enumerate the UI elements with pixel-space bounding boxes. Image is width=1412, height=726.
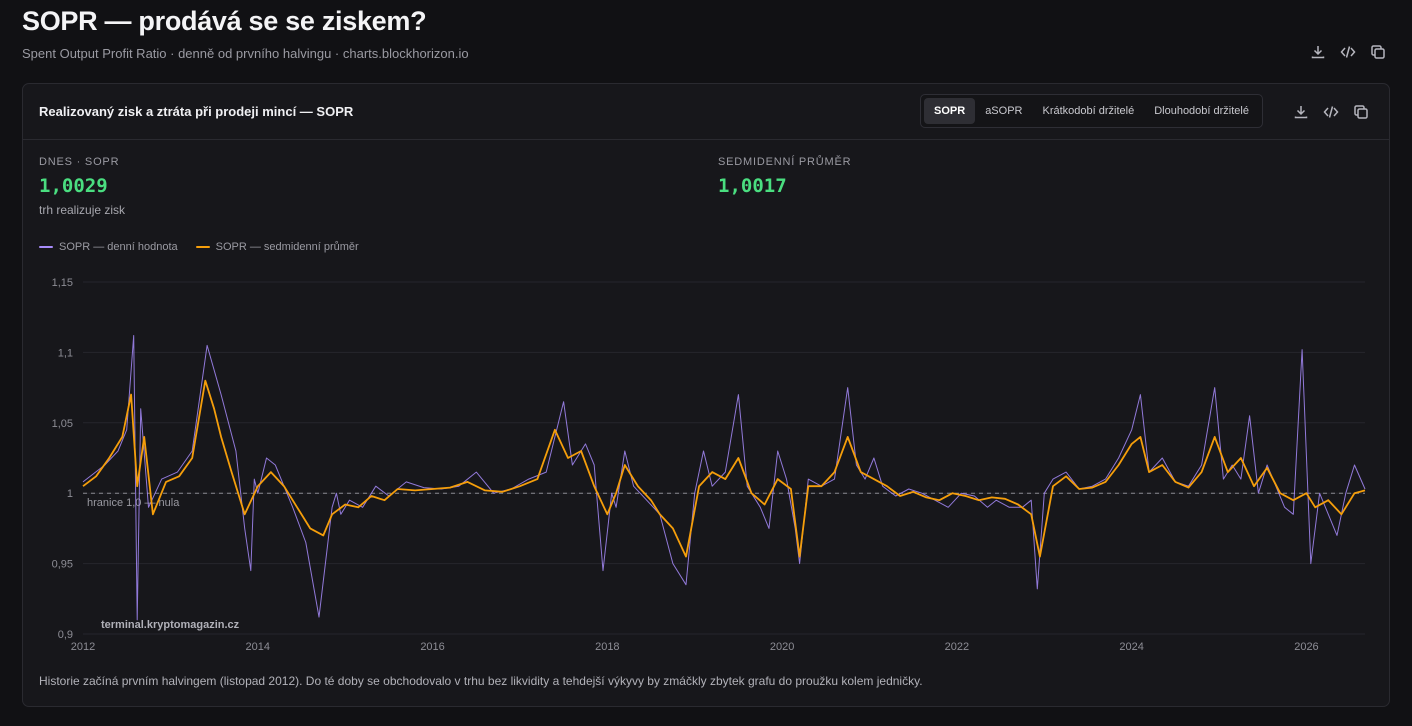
x-tick-label: 2024 xyxy=(1119,641,1143,653)
tab-long-term-holders[interactable]: Dlouhodobí držitelé xyxy=(1144,98,1259,124)
page-actions xyxy=(1308,42,1388,62)
x-tick-label: 2016 xyxy=(420,641,444,653)
card-title: Realizovaný zisk a ztráta při prodeji mi… xyxy=(39,104,354,119)
y-tick-label: 1,1 xyxy=(58,347,73,359)
stat-week-label: SEDMIDENNÍ PRŮMĚR xyxy=(718,156,852,168)
legend-item-avg[interactable]: SOPR — sedmidenní průměr xyxy=(195,241,359,253)
copy-icon[interactable] xyxy=(1351,102,1371,122)
tab-sopr[interactable]: SOPR xyxy=(924,98,976,124)
download-icon[interactable] xyxy=(1291,102,1311,122)
chart-card: Realizovaný zisk a ztráta při prodeji mi… xyxy=(22,83,1390,707)
stat-today-note: trh realizuje zisk xyxy=(39,203,126,217)
legend-swatch-daily xyxy=(39,246,53,248)
y-tick-label: 1,05 xyxy=(52,418,73,430)
x-tick-label: 2020 xyxy=(770,641,794,653)
page-title: SOPR — prodává se se ziskem? xyxy=(22,6,427,36)
stat-today: DNES · SOPR 1,0029 trh realizuje zisk xyxy=(39,156,125,217)
code-icon[interactable] xyxy=(1338,42,1358,62)
y-tick-label: 0,95 xyxy=(52,559,73,571)
chart-legend: SOPR — denní hodnota SOPR — sedmidenní p… xyxy=(39,241,359,253)
download-icon[interactable] xyxy=(1308,42,1328,62)
chart-footnote: Historie začíná prvním halvingem (listop… xyxy=(39,674,923,688)
page-subtitle: Spent Output Profit Ratio · denně od prv… xyxy=(22,46,469,61)
card-header: Realizovaný zisk a ztráta při prodeji mi… xyxy=(23,84,1389,140)
stat-week-value: 1,0017 xyxy=(718,175,787,197)
page-header: SOPR — prodává se se ziskem? Spent Outpu… xyxy=(22,4,1392,76)
metric-tabs: SOPR aSOPR Krátkodobí držitelé Dlouhodob… xyxy=(920,94,1263,128)
y-tick-label: 0,9 xyxy=(58,629,73,641)
y-tick-label: 1,15 xyxy=(52,277,73,289)
copy-icon[interactable] xyxy=(1368,42,1388,62)
chart-watermark: terminal.kryptomagazin.cz xyxy=(101,619,240,631)
series-line-avg xyxy=(82,379,1366,558)
legend-item-daily[interactable]: SOPR — denní hodnota xyxy=(39,241,178,253)
tab-asopr[interactable]: aSOPR xyxy=(975,98,1032,124)
code-icon[interactable] xyxy=(1321,102,1341,122)
stat-today-label: DNES · SOPR xyxy=(39,156,120,168)
card-actions xyxy=(1291,102,1371,122)
sopr-chart[interactable]: 0,9 0,95 1 1,05 1,1 1,15 2012 2014 2016 2018 2020 2… xyxy=(23,264,1389,664)
baseline-label: hranice 1,0 — nula xyxy=(87,497,180,509)
x-tick-label: 2026 xyxy=(1294,641,1318,653)
y-tick-label: 1 xyxy=(67,488,73,500)
legend-swatch-avg xyxy=(195,246,210,248)
stat-today-value: 1,0029 xyxy=(39,175,108,197)
legend-label-daily: SOPR — denní hodnota xyxy=(59,241,178,253)
legend-label-avg: SOPR — sedmidenní průměr xyxy=(215,241,359,253)
tab-short-term-holders[interactable]: Krátkodobí držitelé xyxy=(1032,98,1144,124)
x-tick-label: 2022 xyxy=(945,641,969,653)
x-tick-label: 2014 xyxy=(246,641,270,653)
stat-week: SEDMIDENNÍ PRŮMĚR 1,0017 xyxy=(718,156,851,197)
x-tick-label: 2012 xyxy=(71,641,95,653)
x-tick-label: 2018 xyxy=(595,641,619,653)
